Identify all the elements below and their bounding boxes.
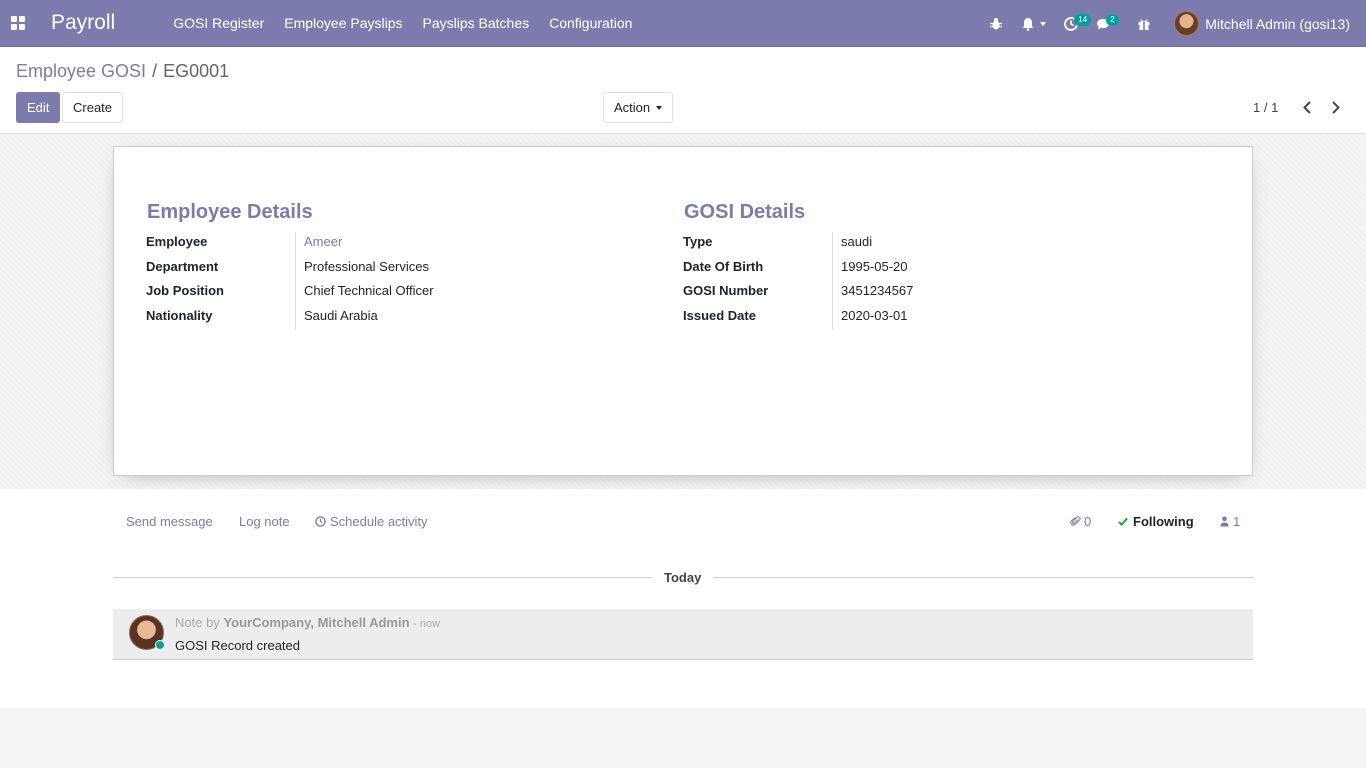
- check-icon: [1118, 517, 1128, 527]
- edit-button[interactable]: Edit: [16, 92, 61, 123]
- gosi-number-label: GOSI Number: [683, 283, 769, 298]
- menu-configuration[interactable]: Configuration: [539, 0, 642, 47]
- date-of-birth-value: 1995-05-20: [841, 259, 908, 274]
- online-status-icon: [155, 640, 165, 650]
- message-prefix: Note by: [175, 615, 220, 630]
- messaging-comments-icon[interactable]: 2: [1087, 0, 1128, 47]
- issued-date-label: Issued Date: [683, 308, 756, 323]
- chevron-down-icon: [656, 105, 663, 110]
- systray: 14 2 Mitchell Admin (gosi13): [980, 0, 1366, 47]
- gift-icon[interactable]: [1128, 0, 1160, 47]
- chatter: Send message Log note Schedule activity …: [0, 489, 1366, 708]
- following-label: Following: [1133, 514, 1194, 529]
- log-note-button[interactable]: Log note: [239, 514, 290, 529]
- divider: [832, 232, 833, 330]
- debug-icon[interactable]: [980, 0, 1012, 47]
- pager-next-button[interactable]: [1325, 97, 1345, 117]
- main-menu: GOSI Register Employee Payslips Payslips…: [163, 0, 642, 47]
- message-author[interactable]: YourCompany, Mitchell Admin: [223, 615, 409, 630]
- apps-menu-icon[interactable]: [0, 0, 35, 47]
- activity-clock-icon[interactable]: 14: [1055, 0, 1092, 47]
- create-button[interactable]: Create: [62, 92, 124, 123]
- message-body: GOSI Record created: [175, 638, 300, 653]
- type-label: Type: [683, 234, 713, 249]
- pager-value[interactable]: 1 / 1: [1253, 100, 1278, 115]
- breadcrumb: Employee GOSI / EG0001: [16, 61, 229, 82]
- chevron-right-icon: [1331, 100, 1340, 114]
- followers-button[interactable]: 1: [1220, 514, 1240, 529]
- nationality-value: Saudi Arabia: [304, 308, 378, 323]
- issued-date-value: 2020-03-01: [841, 308, 908, 323]
- menu-employee-payslips[interactable]: Employee Payslips: [274, 0, 412, 47]
- attachments-count: 0: [1084, 514, 1092, 529]
- attachments-button[interactable]: 0: [1070, 514, 1091, 529]
- following-button[interactable]: Following: [1117, 514, 1194, 529]
- type-value: saudi: [841, 234, 873, 249]
- breadcrumb-parent[interactable]: Employee GOSI: [16, 61, 146, 82]
- menu-payslips-batches[interactable]: Payslips Batches: [413, 0, 540, 47]
- paperclip-icon: [1070, 516, 1081, 526]
- message-date: - now: [413, 618, 441, 630]
- gosi-number-value: 3451234567: [841, 283, 914, 298]
- pager-previous-button[interactable]: [1297, 97, 1317, 117]
- clock-icon: [315, 516, 326, 527]
- message-count-badge: 2: [1106, 14, 1119, 26]
- user-icon: [1220, 516, 1229, 527]
- user-menu[interactable]: Mitchell Admin (gosi13): [1160, 11, 1366, 36]
- user-name: Mitchell Admin (gosi13): [1205, 15, 1350, 32]
- chevron-down-icon: [1040, 21, 1047, 26]
- department-value: Professional Services: [304, 259, 429, 274]
- chevron-left-icon: [1302, 100, 1311, 114]
- followers-count: 1: [1233, 514, 1241, 529]
- employee-link[interactable]: Ameer: [304, 234, 342, 249]
- avatar: [1174, 11, 1200, 36]
- nationality-label: Nationality: [146, 308, 213, 323]
- gosi-details-title: GOSI Details: [684, 201, 806, 223]
- action-dropdown-button[interactable]: Action: [603, 92, 674, 123]
- breadcrumb-current: EG0001: [163, 61, 230, 81]
- app-brand[interactable]: Payroll: [51, 11, 115, 35]
- job-position-label: Job Position: [146, 283, 224, 298]
- breadcrumb-separator: /: [152, 61, 158, 81]
- control-panel: Employee GOSI / EG0001 Edit Create Actio…: [0, 47, 1366, 134]
- schedule-activity-button[interactable]: Schedule activity: [315, 514, 428, 529]
- menu-gosi-register[interactable]: GOSI Register: [163, 0, 274, 47]
- chatter-message: Note by YourCompany, Mitchell Admin - no…: [113, 609, 1253, 660]
- action-label: Action: [614, 100, 651, 115]
- divider: [295, 232, 296, 330]
- notifications-bell-icon[interactable]: [1012, 0, 1055, 47]
- form-sheet: Employee Details Employee Ameer Departme…: [113, 146, 1253, 476]
- job-position-value: Chief Technical Officer: [304, 283, 434, 298]
- employee-details-title: Employee Details: [147, 201, 313, 223]
- schedule-activity-label: Schedule activity: [330, 514, 428, 529]
- send-message-button[interactable]: Send message: [126, 514, 213, 529]
- top-navbar: Payroll GOSI Register Employee Payslips …: [0, 0, 1366, 47]
- department-label: Department: [146, 259, 219, 274]
- date-separator-label: Today: [652, 570, 714, 585]
- message-header: Note by YourCompany, Mitchell Admin - no…: [175, 615, 440, 630]
- employee-label: Employee: [146, 234, 208, 249]
- date-of-birth-label: Date Of Birth: [683, 259, 764, 274]
